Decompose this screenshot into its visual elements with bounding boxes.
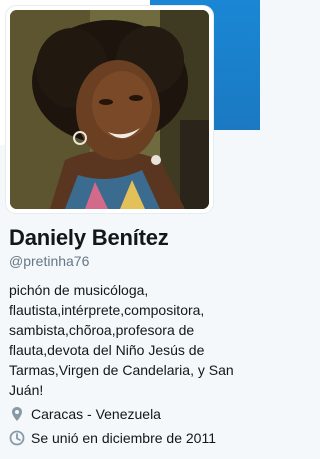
profile-bio: pichón de musicóloga, flautista,intérpre… xyxy=(9,280,257,400)
bio-line: flauta,devota del Niño Jesús de xyxy=(9,342,205,358)
location-pin-icon xyxy=(9,406,25,422)
bio-line: flautista,intérprete,compositora, xyxy=(9,302,205,318)
avatar-photo xyxy=(10,10,209,209)
bio-line: Juán! xyxy=(9,382,44,398)
avatar-image xyxy=(10,10,209,209)
bio-line: sambista,chõroa,profesora de xyxy=(9,322,195,338)
avatar[interactable] xyxy=(6,6,213,213)
bio-line: Tarmas,Virgen de Candelaria, y San xyxy=(9,362,234,378)
bio-line: pichón de musicóloga, xyxy=(9,282,149,298)
profile-join-date: Se unió en diciembre de 2011 xyxy=(9,428,216,448)
profile-name[interactable]: Daniely Benítez xyxy=(9,225,169,251)
profile-location: Caracas - Venezuela xyxy=(9,404,161,424)
join-date-text: Se unió en diciembre de 2011 xyxy=(31,430,216,446)
clock-icon xyxy=(9,430,25,446)
location-text: Caracas - Venezuela xyxy=(31,406,161,422)
profile-handle[interactable]: @pretinha76 xyxy=(9,253,89,269)
